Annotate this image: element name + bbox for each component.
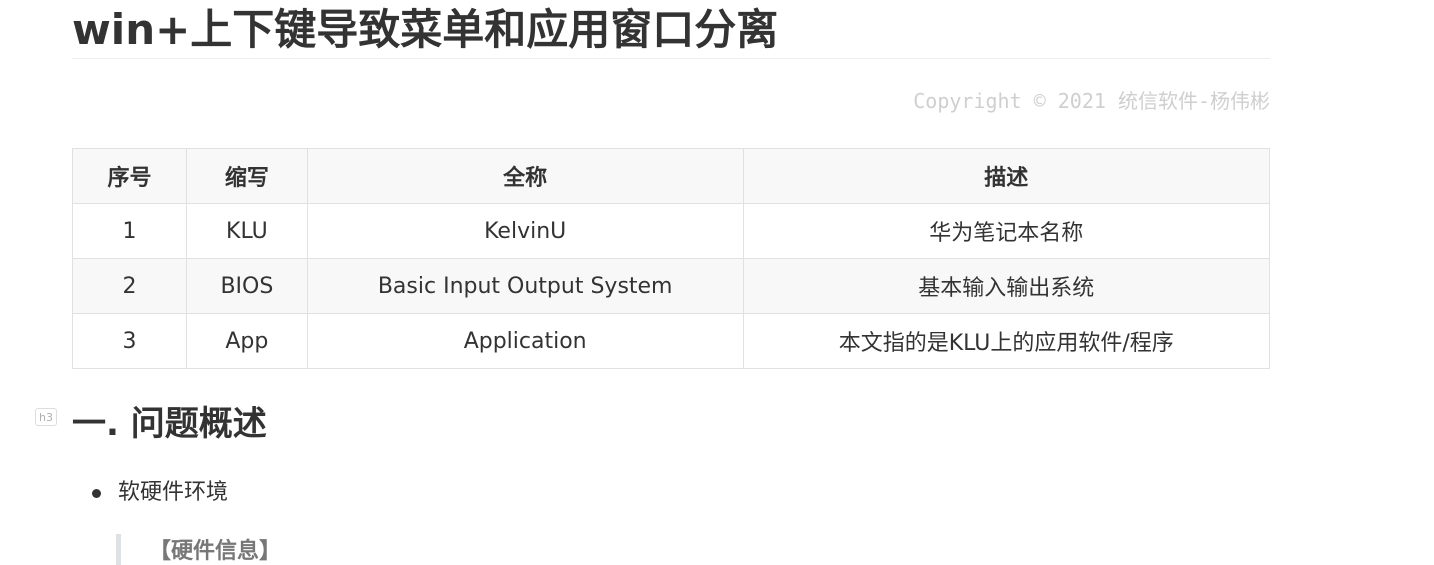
table-cell: KelvinU [306, 203, 744, 259]
bullet-list: 软硬件环境 [92, 476, 228, 510]
abbreviation-table: 序号 缩写 全称 描述 1 KLU KelvinU 华为笔记本名称 2 BIOS… [72, 148, 1270, 369]
blockquote: 【硬件信息】 [116, 534, 281, 565]
table-cell: 1 [72, 203, 187, 259]
table-row: 3 App Application 本文指的是KLU上的应用软件/程序 [72, 313, 1270, 369]
document-title: win+上下键导致菜单和应用窗口分离 [72, 4, 1270, 59]
table-header-cell: 描述 [742, 148, 1270, 204]
document-page: win+上下键导致菜单和应用窗口分离 Copyright © 2021 统信软件… [0, 0, 1434, 565]
table-cell: 3 [72, 313, 187, 369]
table-cell: 2 [72, 258, 187, 314]
table-row: 1 KLU KelvinU 华为笔记本名称 [72, 203, 1270, 259]
table-header-cell: 序号 [72, 148, 187, 204]
table-cell: 本文指的是KLU上的应用软件/程序 [742, 313, 1270, 369]
table-cell: KLU [185, 203, 308, 259]
table-header-cell: 缩写 [185, 148, 308, 204]
list-item: 软硬件环境 [92, 476, 228, 510]
table-cell: Basic Input Output System [306, 258, 744, 314]
blockquote-text: 【硬件信息】 [149, 539, 282, 564]
table-header-row: 序号 缩写 全称 描述 [72, 148, 1270, 204]
section-heading: 一. 问题概述 [72, 404, 267, 444]
copyright-notice: Copyright © 2021 统信软件-杨伟彬 [913, 89, 1270, 113]
table-cell: 华为笔记本名称 [742, 203, 1270, 259]
table-row: 2 BIOS Basic Input Output System 基本输入输出系… [72, 258, 1270, 314]
bullet-dot-icon [92, 488, 101, 498]
table-cell: Application [306, 313, 744, 369]
table-header-cell: 全称 [306, 148, 744, 204]
table-cell: 基本输入输出系统 [742, 258, 1270, 314]
list-item-text: 软硬件环境 [118, 480, 229, 505]
heading-level-marker: h3 [35, 408, 57, 426]
table-cell: BIOS [185, 258, 308, 314]
table-cell: App [185, 313, 308, 369]
